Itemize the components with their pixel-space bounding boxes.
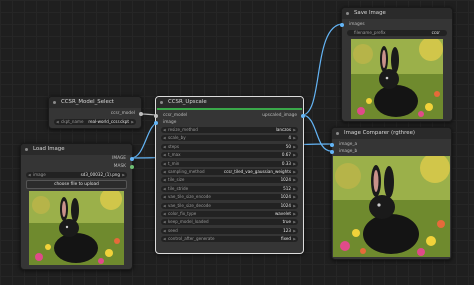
arrow-left-icon[interactable]: ◀: [163, 211, 166, 217]
arrow-left-icon[interactable]: ◀: [163, 203, 166, 209]
collapse-dot-icon[interactable]: [160, 101, 163, 104]
widget-scale-by[interactable]: ◀ scale_by 4 ▶: [161, 135, 298, 142]
image-a-input-socket[interactable]: [330, 143, 334, 147]
arrow-left-icon[interactable]: ◀: [163, 177, 166, 183]
arrow-left-icon[interactable]: ◀: [163, 186, 166, 192]
widget-t-min[interactable]: ◀ t_min 0.33 ▶: [161, 160, 298, 167]
wire-upscale-to-save: [301, 23, 344, 116]
execution-progress-bar: [157, 108, 302, 110]
image-a-input-label: image_a: [339, 142, 358, 147]
node-title[interactable]: CCSR_Upscale: [156, 97, 303, 108]
widget-vae-tile-size-encode[interactable]: ◀ vae_tile_size_encode 1024 ▶: [161, 194, 298, 201]
ccsr-model-input-label: ccsr_model: [163, 113, 188, 118]
widget-tile-stride[interactable]: ◀ tile_stride 512 ▶: [161, 185, 298, 192]
arrow-right-icon[interactable]: ▶: [293, 161, 296, 167]
image-input-socket[interactable]: [154, 121, 158, 125]
collapse-dot-icon[interactable]: [53, 101, 56, 104]
ccsr-model-output-label: ccsr_model: [110, 111, 135, 116]
arrow-left-icon[interactable]: ◀: [163, 161, 166, 167]
arrow-right-icon[interactable]: ▶: [293, 228, 296, 234]
ccsr-upscale-title: CCSR_Upscale: [168, 99, 207, 105]
arrow-left-icon[interactable]: ◀: [163, 194, 166, 200]
ccsr-model-select-title: CCSR_Model_Select: [61, 99, 114, 105]
node-title[interactable]: Save Image: [342, 8, 452, 19]
ckpt-name-select[interactable]: ◀ ckpt_name real-world_ccsr.ckpt ▶: [54, 119, 136, 125]
collapse-dot-icon[interactable]: [25, 148, 28, 151]
node-title[interactable]: Image Comparer (rgthree): [332, 128, 451, 139]
saved-image-preview: [351, 39, 443, 119]
image-b-input-socket[interactable]: [330, 150, 334, 154]
widget-t-max[interactable]: ◀ t_max 0.67 ▶: [161, 152, 298, 159]
mask-output-label: MASK: [113, 164, 126, 169]
save-image-title: Save Image: [354, 10, 386, 16]
arrow-left-icon[interactable]: ◀: [163, 152, 166, 158]
arrow-right-icon[interactable]: ▶: [293, 211, 296, 217]
arrow-right-icon[interactable]: ▶: [293, 152, 296, 158]
arrow-right-icon[interactable]: ▶: [293, 186, 296, 192]
ccsr-model-input-socket[interactable]: [154, 114, 158, 118]
widget-vae-tile-size-decode[interactable]: ◀ vae_tile_size_decode 1024 ▶: [161, 202, 298, 209]
ccsr-model-select-node[interactable]: CCSR_Model_Select ccsr_model ◀ ckpt_name…: [48, 96, 143, 129]
image-b-input-label: image_b: [339, 149, 358, 154]
arrow-left-icon[interactable]: ◀: [163, 169, 166, 175]
widget-seed[interactable]: ◀ seed 123 ▶: [161, 227, 298, 234]
arrow-right-icon[interactable]: ▶: [293, 127, 296, 133]
ccsr-upscale-node[interactable]: CCSR_Upscale ccsr_model image upscaled_i…: [154, 96, 305, 254]
load-image-node[interactable]: Load Image IMAGE MASK ◀ image sd3_00032_…: [20, 143, 134, 270]
images-input-label: images: [349, 22, 365, 27]
arrow-right-icon[interactable]: ▶: [293, 135, 296, 141]
arrow-right-icon[interactable]: ▶: [122, 172, 125, 178]
upscaled-image-output-socket[interactable]: [301, 114, 305, 118]
node-title[interactable]: CCSR_Model_Select: [49, 97, 141, 108]
arrow-left-icon[interactable]: ◀: [163, 228, 166, 234]
rabbit-image: [351, 39, 443, 119]
widget-control-after-generate[interactable]: ◀ control_after_generate fixed ▶: [161, 236, 298, 243]
arrow-left-icon[interactable]: ◀: [163, 135, 166, 141]
collapse-dot-icon[interactable]: [336, 132, 339, 135]
arrow-right-icon[interactable]: ▶: [293, 177, 296, 183]
arrow-right-icon[interactable]: ▶: [293, 194, 296, 200]
widget-sampling-method[interactable]: ◀ sampling_method ccsr_tiled_vae_gaussian_…: [161, 169, 298, 175]
arrow-right-icon[interactable]: ▶: [293, 203, 296, 209]
wire-upscale-to-compare-b: [301, 114, 332, 152]
load-image-title: Load Image: [33, 146, 65, 152]
arrow-left-icon[interactable]: ◀: [163, 236, 166, 242]
loaded-image-preview: [29, 191, 124, 265]
arrow-right-icon[interactable]: ▶: [293, 144, 296, 150]
image-output-label: IMAGE: [112, 156, 126, 161]
image-file-select[interactable]: ◀ image sd3_00032_(1).png ▶: [26, 172, 127, 178]
upscaled-image-output-label: upscaled_image: [262, 113, 297, 118]
widget-steps[interactable]: ◀ steps 50 ▶: [161, 143, 298, 150]
image-comparer-node[interactable]: Image Comparer (rgthree) image_a image_b: [330, 127, 452, 260]
rabbit-image: [29, 191, 124, 265]
arrow-left-icon[interactable]: ◀: [163, 144, 166, 150]
image-output-socket[interactable]: [130, 157, 134, 161]
widget-color-fix-type[interactable]: ◀ color_fix_type wavelet ▶: [161, 211, 298, 217]
arrow-left-icon[interactable]: ◀: [56, 119, 59, 125]
arrow-right-icon[interactable]: ▶: [131, 119, 134, 125]
image-input-label: image: [163, 120, 177, 125]
widget-tile-size[interactable]: ◀ tile_size 1024 ▶: [161, 177, 298, 184]
mask-output-socket[interactable]: [130, 165, 134, 169]
rabbit-image: [333, 156, 450, 257]
save-image-node[interactable]: Save Image images filename_prefix ccsr: [340, 7, 453, 122]
images-input-socket[interactable]: [340, 23, 344, 27]
arrow-left-icon[interactable]: ◀: [163, 127, 166, 133]
choose-file-button[interactable]: choose file to upload: [26, 180, 127, 189]
comparer-image-preview[interactable]: [333, 156, 450, 257]
arrow-right-icon[interactable]: ▶: [293, 219, 296, 225]
collapse-dot-icon[interactable]: [346, 12, 349, 15]
arrow-right-icon[interactable]: ▶: [293, 169, 296, 175]
widget-keep-model-loaded[interactable]: ◀ keep_model_loaded true ▶: [161, 219, 298, 226]
filename-prefix-field[interactable]: filename_prefix ccsr: [347, 30, 447, 36]
arrow-right-icon[interactable]: ▶: [293, 236, 296, 242]
widget-resize-method[interactable]: ◀ resize_method lanczos ▶: [161, 127, 298, 133]
arrow-left-icon[interactable]: ◀: [28, 172, 31, 178]
image-comparer-title: Image Comparer (rgthree): [344, 130, 415, 136]
node-title[interactable]: Load Image: [21, 144, 132, 155]
arrow-left-icon[interactable]: ◀: [163, 219, 166, 225]
ccsr-model-output-socket[interactable]: [139, 112, 143, 116]
